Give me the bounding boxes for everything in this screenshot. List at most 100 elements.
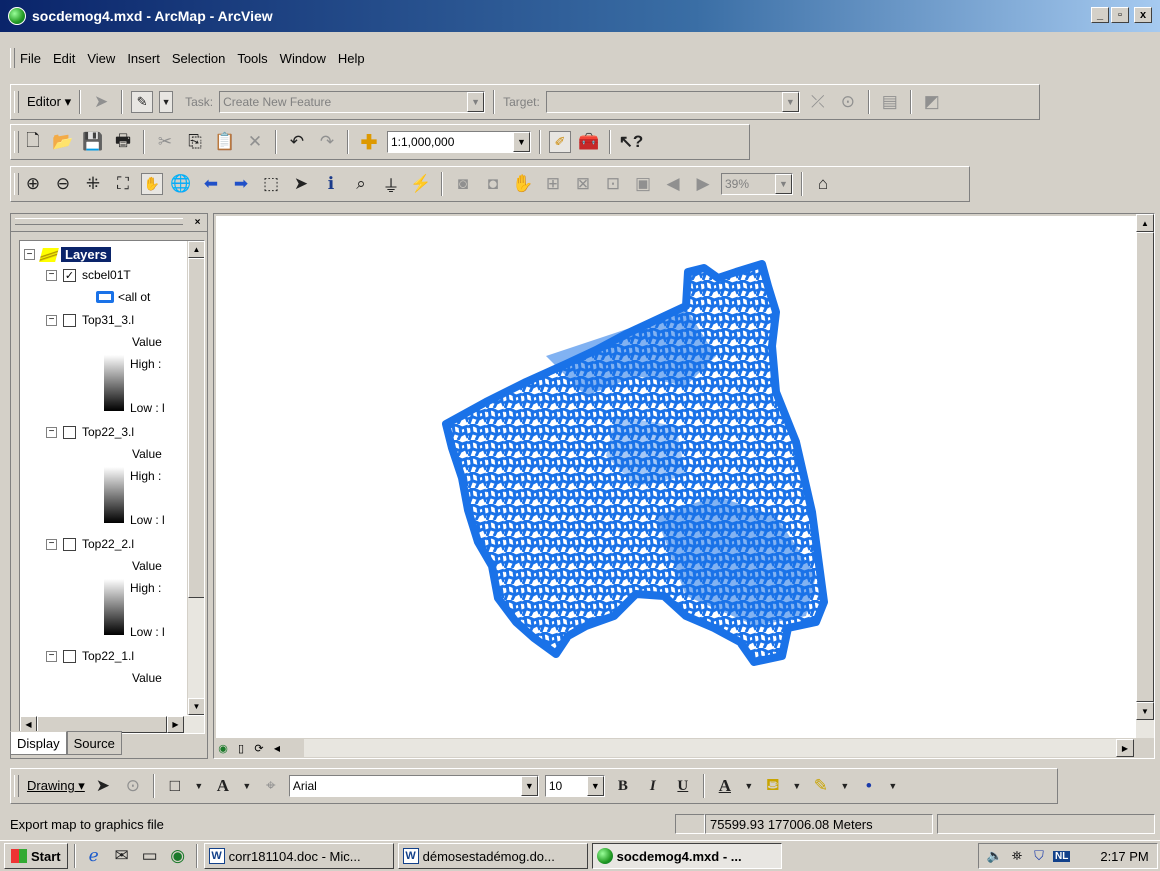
forward-extent-icon[interactable]: ➡ bbox=[229, 172, 253, 196]
font-color-icon[interactable]: A bbox=[713, 774, 737, 798]
previous-extent-icon[interactable]: ◀ bbox=[661, 172, 685, 196]
fixed-zoom-in-page-icon[interactable]: ⊠ bbox=[571, 172, 595, 196]
system-clock[interactable]: 2:17 PM bbox=[1100, 849, 1148, 864]
layout-view-icon[interactable]: ▯ bbox=[232, 739, 250, 757]
open-folder-icon[interactable]: 📂 bbox=[51, 130, 75, 154]
toggle-draft-mode-icon[interactable]: ⌂ bbox=[811, 172, 835, 196]
menu-help[interactable]: Help bbox=[338, 51, 365, 66]
data-frame-label[interactable]: Layers bbox=[61, 247, 111, 262]
editor-toolbar-icon[interactable]: ✐ bbox=[549, 131, 571, 153]
menu-file[interactable]: File bbox=[20, 51, 41, 66]
new-document-icon[interactable]: 🗋 bbox=[21, 130, 45, 154]
next-extent-icon[interactable]: ▶ bbox=[691, 172, 715, 196]
chevron-down-icon[interactable]: ▼ bbox=[887, 774, 899, 798]
layout-pan-icon[interactable]: ✋ bbox=[511, 172, 535, 196]
identify-icon[interactable]: ℹ bbox=[319, 172, 343, 196]
scroll-right-icon[interactable]: ▶ bbox=[1116, 739, 1134, 757]
fill-color-icon[interactable]: ⛾ bbox=[761, 774, 785, 798]
chevron-down-icon[interactable]: ▼ bbox=[520, 776, 538, 796]
collapse-icon[interactable]: − bbox=[46, 426, 57, 438]
refresh-icon[interactable]: ⟳ bbox=[250, 739, 268, 757]
toc-layer-row[interactable]: − Top22_2.l bbox=[46, 537, 134, 551]
maximize-button[interactable]: ▫ bbox=[1111, 7, 1129, 23]
show-desktop-icon[interactable]: ▭ bbox=[138, 844, 162, 868]
cut-icon[interactable]: ✂ bbox=[153, 130, 177, 154]
scroll-up-icon[interactable]: ▲ bbox=[188, 241, 204, 258]
delete-icon[interactable]: ✕ bbox=[243, 130, 267, 154]
layer-name[interactable]: scbel01T bbox=[82, 268, 131, 282]
scroll-right-icon[interactable]: ▶ bbox=[167, 716, 184, 733]
select-features-icon[interactable]: ⬚ bbox=[259, 172, 283, 196]
map-vertical-scrollbar[interactable]: ▲ ▼ bbox=[1136, 214, 1154, 738]
layer-visibility-checkbox[interactable]: ✓ bbox=[63, 268, 76, 282]
italic-button[interactable]: I bbox=[641, 774, 665, 798]
zoom-whole-page-icon[interactable]: ⊞ bbox=[541, 172, 565, 196]
paste-icon[interactable]: 📋 bbox=[213, 130, 237, 154]
redo-icon[interactable]: ↷ bbox=[315, 130, 339, 154]
text-tool-icon[interactable]: A bbox=[211, 774, 235, 798]
toc-root-layers[interactable]: − Layers bbox=[24, 247, 111, 262]
language-indicator[interactable]: NL bbox=[1053, 850, 1071, 862]
map-scale-combo[interactable]: 1:1,000,000 ▼ bbox=[387, 131, 531, 153]
back-extent-icon[interactable]: ⬅ bbox=[199, 172, 223, 196]
close-button[interactable]: x bbox=[1134, 7, 1152, 23]
scroll-thumb[interactable] bbox=[188, 258, 204, 598]
data-view-icon[interactable]: ◉ bbox=[214, 739, 232, 757]
minimize-button[interactable]: _ bbox=[1091, 7, 1109, 23]
sketch-properties-icon[interactable]: ◩ bbox=[920, 90, 944, 114]
bold-button[interactable]: B bbox=[611, 774, 635, 798]
arctoolbox-icon[interactable]: 🧰 bbox=[577, 130, 601, 154]
outlook-icon[interactable]: ✉ bbox=[110, 844, 134, 868]
target-combo[interactable]: ▼ bbox=[545, 91, 800, 113]
scroll-left-icon[interactable]: ◀ bbox=[268, 739, 286, 757]
layer-visibility-checkbox[interactable] bbox=[63, 537, 76, 551]
edit-tool-icon[interactable]: ➤ bbox=[89, 90, 113, 114]
collapse-icon[interactable]: − bbox=[46, 650, 57, 662]
scroll-down-icon[interactable]: ▼ bbox=[188, 698, 204, 715]
layer-name[interactable]: Top22_3.l bbox=[82, 425, 134, 439]
task-button-word-doc[interactable]: W corr181104.doc - Mic... bbox=[203, 843, 394, 869]
chevron-down-icon[interactable]: ▼ bbox=[513, 132, 530, 152]
task-button-word-doc-2[interactable]: W démosestadémog.do... bbox=[397, 843, 588, 869]
fixed-zoom-out-icon[interactable]: ⛶ bbox=[111, 172, 135, 196]
sketch-dropdown-icon[interactable]: ▼ bbox=[159, 91, 174, 113]
tab-display[interactable]: Display bbox=[10, 731, 67, 755]
editor-menu-button[interactable]: Editor ▾ bbox=[27, 94, 71, 110]
chevron-down-icon[interactable]: ▼ bbox=[775, 174, 792, 194]
toc-layer-row[interactable]: − Top22_3.l bbox=[46, 425, 134, 439]
zoom-100-icon[interactable]: ▣ bbox=[631, 172, 655, 196]
layer-visibility-checkbox[interactable] bbox=[63, 425, 76, 439]
rotate-icon[interactable]: ⊙ bbox=[121, 774, 145, 798]
rotate-tool-icon[interactable]: ⊙ bbox=[836, 90, 860, 114]
chevron-down-icon[interactable]: ▼ bbox=[781, 92, 799, 112]
toc-title-bar[interactable]: × bbox=[11, 214, 207, 232]
legend-symbol-row[interactable]: <all ot bbox=[96, 290, 150, 304]
chevron-down-icon[interactable]: ▼ bbox=[193, 774, 205, 798]
antivirus-shield-icon[interactable]: ⛉ bbox=[1031, 844, 1047, 868]
network-icon[interactable]: ⛯ bbox=[1009, 844, 1025, 868]
undo-icon[interactable]: ↶ bbox=[285, 130, 309, 154]
menu-insert[interactable]: Insert bbox=[127, 51, 160, 66]
scroll-thumb[interactable] bbox=[1136, 232, 1154, 702]
chevron-down-icon[interactable]: ▼ bbox=[467, 92, 485, 112]
chevron-down-icon[interactable]: ▼ bbox=[586, 776, 604, 796]
map-canvas[interactable] bbox=[216, 216, 1137, 738]
zoom-percent-combo[interactable]: 39% ▼ bbox=[721, 173, 793, 195]
line-color-icon[interactable]: ✎ bbox=[809, 774, 833, 798]
menu-selection[interactable]: Selection bbox=[172, 51, 225, 66]
chevron-down-icon[interactable]: ▼ bbox=[241, 774, 253, 798]
zoom-in-icon[interactable]: ⊕ bbox=[21, 172, 45, 196]
layer-name[interactable]: Top31_3.l bbox=[82, 313, 134, 327]
print-icon[interactable]: 🖶 bbox=[111, 130, 135, 154]
measure-icon[interactable]: ⏚ bbox=[379, 172, 403, 196]
full-extent-globe-icon[interactable]: 🌐 bbox=[169, 172, 193, 196]
menu-edit[interactable]: Edit bbox=[53, 51, 75, 66]
task-combo[interactable]: Create New Feature ▼ bbox=[219, 91, 486, 113]
map-polygons-layer[interactable] bbox=[216, 216, 1137, 738]
whats-this-help-icon[interactable]: ↖? bbox=[619, 130, 644, 154]
fixed-zoom-in-icon[interactable]: ⁜ bbox=[81, 172, 105, 196]
scroll-down-icon[interactable]: ▼ bbox=[1136, 702, 1154, 720]
layout-zoom-in-icon[interactable]: ◙ bbox=[451, 172, 475, 196]
layer-name[interactable]: Top22_1.l bbox=[82, 649, 134, 663]
volume-icon[interactable]: 🔈 bbox=[987, 844, 1003, 868]
